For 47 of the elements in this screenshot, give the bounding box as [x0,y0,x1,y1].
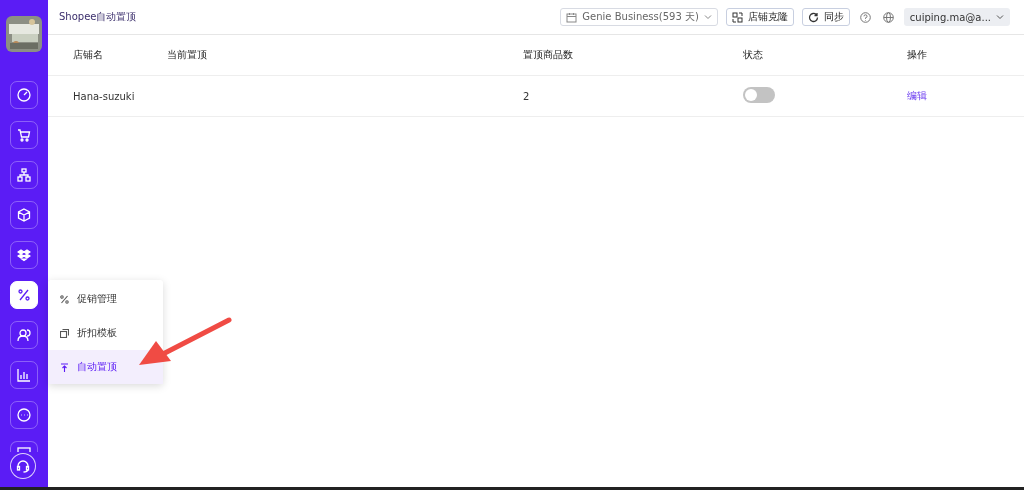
column-header: 操作 [907,48,928,62]
column-header: 当前置顶 [167,48,208,62]
nav-button[interactable] [10,401,38,429]
plan-dropdown[interactable]: Genie Business(593 天) [560,8,718,26]
account-dropdown[interactable]: cuiping.ma@a... [903,8,1010,26]
table-cell-text: 2 [523,90,531,102]
page-title: Shopee自动置顶 [59,10,137,24]
clone-icon [731,11,743,23]
status-toggle[interactable] [743,87,775,103]
copy-icon [60,328,69,338]
nav-button[interactable] [10,121,38,149]
nav-button[interactable] [10,81,38,109]
menu-item[interactable]: 自动置顶 [48,350,163,384]
nav-button[interactable] [10,281,38,309]
table-cell-text: Hana-suzuki [72,90,135,102]
cart-icon [17,128,31,142]
percent-icon [60,294,69,304]
nav-button[interactable] [10,161,38,189]
nav-button[interactable] [10,201,38,229]
percent-icon [17,288,31,302]
refresh-icon [807,11,819,23]
nav-button[interactable] [10,241,38,269]
nav-button[interactable] [10,361,38,389]
column-header: 置顶商品数 [523,48,574,62]
sync-button[interactable]: 同步 [801,8,850,26]
cube-icon [17,208,31,222]
globe-icon[interactable] [882,11,894,23]
pin-top-icon [60,362,69,372]
gauge-icon [17,88,31,102]
edit-link[interactable]: 编辑 [907,90,927,101]
users-icon [17,328,31,342]
calendar-icon [566,11,578,23]
headset-icon [16,459,30,473]
chat-icon [17,408,31,422]
bar-chart-icon [17,368,31,382]
menu-item[interactable]: 折扣模板 [48,316,163,350]
chevron-down-icon [996,13,1004,21]
hierarchy-icon [17,168,31,182]
column-header: 店铺名 [72,48,103,62]
support-button[interactable] [10,453,36,479]
menu-item[interactable]: 促销管理 [48,282,163,316]
help-icon[interactable] [859,11,871,23]
chevron-down-icon [703,13,712,21]
dropbox-icon [17,248,31,262]
clone-button[interactable]: 店铺克隆 [725,8,794,26]
column-header: 状态 [743,48,764,62]
nav-button[interactable] [10,321,38,349]
